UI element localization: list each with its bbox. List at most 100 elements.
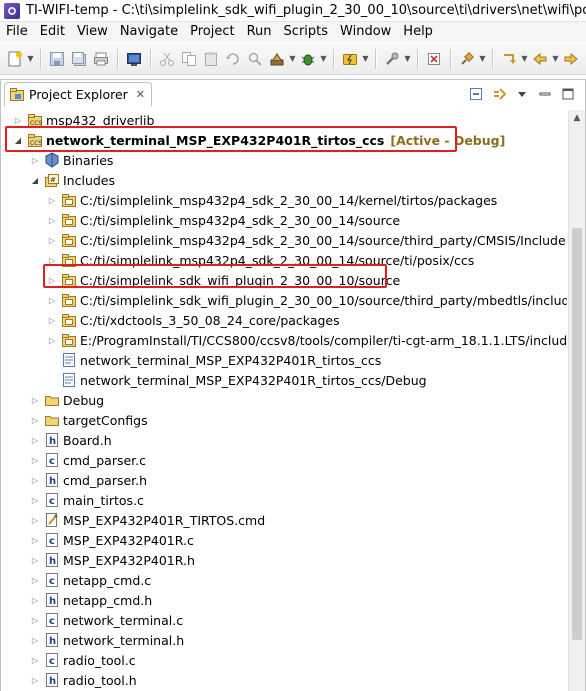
collapsed-twistie-icon[interactable]: ▷	[29, 574, 41, 586]
print-icon[interactable]	[90, 48, 112, 70]
menu-run[interactable]: Run	[241, 22, 278, 42]
forward-icon[interactable]	[560, 48, 582, 70]
tree-item[interactable]: ▷ h radio_tool.h	[29, 670, 137, 690]
run-dropdown-icon[interactable]: ▼	[520, 48, 529, 70]
flash-dropdown-icon[interactable]: ▼	[361, 48, 370, 70]
tree-item[interactable]: ▷ E:/ProgramInstall/TI/CCS800/ccsv8/tools…	[46, 330, 567, 350]
collapsed-twistie-icon[interactable]: ▷	[29, 414, 41, 426]
tree-item[interactable]: ◢ # Includes	[29, 170, 115, 190]
collapsed-twistie-icon[interactable]: ▷	[46, 294, 58, 306]
menu-scripts[interactable]: Scripts	[278, 22, 334, 42]
tab-project-explorer[interactable]: Project Explorer ✕	[4, 82, 153, 106]
menu-file[interactable]: File	[0, 22, 34, 42]
tree-item[interactable]: ▷ Binaries	[29, 150, 113, 170]
paste-icon[interactable]	[200, 48, 222, 70]
run-icon[interactable]	[498, 48, 520, 70]
menu-project[interactable]: Project	[184, 22, 240, 42]
build-icon[interactable]	[266, 48, 288, 70]
tree-item[interactable]: ▷ C:/ti/simplelink_msp432p4_sdk_2_30_00_1…	[46, 190, 497, 210]
debug-dropdown-icon[interactable]: ▼	[319, 48, 328, 70]
svg-text:h: h	[49, 556, 56, 567]
tree-item[interactable]: ▷ c MSP_EXP432P401R.c	[29, 530, 194, 550]
pin-icon[interactable]	[456, 48, 478, 70]
tree-item-label: E:/ProgramInstall/TI/CCS800/ccsv8/tools/…	[80, 332, 567, 348]
back-dropdown-icon[interactable]: ▼	[551, 48, 560, 70]
search-icon[interactable]	[244, 48, 266, 70]
collapsed-twistie-icon[interactable]: ▷	[46, 214, 58, 226]
tree-item-label: network_terminal_MSP_EXP432P401R_tirtos_…	[80, 352, 382, 368]
copy-icon[interactable]	[178, 48, 200, 70]
collapsed-twistie-icon[interactable]: ▷	[29, 434, 41, 446]
collapsed-twistie-icon[interactable]: ▷	[29, 554, 41, 566]
menu-window[interactable]: Window	[334, 22, 397, 42]
tree-item[interactable]: ▷ c netapp_cmd.c	[29, 570, 151, 590]
menu-help[interactable]: Help	[397, 22, 439, 42]
close-icon[interactable]: ✕	[136, 88, 145, 101]
minimize-icon[interactable]	[536, 85, 554, 103]
tree-item[interactable]: ▷ targetConfigs	[29, 410, 148, 430]
collapsed-twistie-icon[interactable]: ▷	[29, 474, 41, 486]
menu-view[interactable]: View	[71, 22, 114, 42]
cmd-file-icon	[44, 512, 60, 528]
collapsed-twistie-icon[interactable]: ▷	[29, 654, 41, 666]
tree-item[interactable]: ▷ C:/ti/simplelink_sdk_wifi_plugin_2_30_0…	[46, 290, 567, 310]
posix-icon[interactable]	[423, 48, 445, 70]
view-menu-icon[interactable]	[513, 85, 531, 103]
vertical-scrollbar[interactable]: ▲	[568, 110, 585, 691]
collapsed-twistie-icon[interactable]: ▷	[46, 234, 58, 246]
collapsed-twistie-icon[interactable]: ▷	[46, 314, 58, 326]
tools-icon[interactable]	[381, 48, 403, 70]
build-dropdown-icon[interactable]: ▼	[288, 48, 297, 70]
tree-item[interactable]: ▷ c main_tirtos.c	[29, 490, 144, 510]
tree-item[interactable]: ▷ MSP_EXP432P401R_TIRTOS.cmd	[29, 510, 265, 530]
link-with-editor-icon[interactable]	[490, 85, 508, 103]
collapsed-twistie-icon[interactable]: ▷	[29, 594, 41, 606]
collapsed-twistie-icon[interactable]: ▷	[12, 114, 24, 126]
tree-item[interactable]: ▷ C:/ti/simplelink_msp432p4_sdk_2_30_00_1…	[46, 230, 566, 250]
collapsed-twistie-icon[interactable]: ▷	[29, 534, 41, 546]
collapsed-twistie-icon[interactable]: ▷	[29, 614, 41, 626]
collapsed-twistie-icon[interactable]: ▷	[29, 674, 41, 686]
tree-item[interactable]: network_terminal_MSP_EXP432P401R_tirtos_…	[46, 370, 427, 390]
tree-item[interactable]: network_terminal_MSP_EXP432P401R_tirtos_…	[46, 350, 381, 370]
tree-item[interactable]: ▷ c cmd_parser.c	[29, 450, 146, 470]
tools-dropdown-icon[interactable]: ▼	[403, 48, 412, 70]
tree-item[interactable]: ▷ Debug	[29, 390, 104, 410]
tree-item[interactable]: ▷ h cmd_parser.h	[29, 470, 147, 490]
terminal-icon[interactable]	[123, 48, 145, 70]
tree-item[interactable]: ▷ h MSP_EXP432P401R.h	[29, 550, 195, 570]
tree-item[interactable]: ▷ h netapp_cmd.h	[29, 590, 152, 610]
flash-icon[interactable]	[339, 48, 361, 70]
tree-item[interactable]: ▷ C:/ti/xdctools_3_50_08_24_core/packages	[46, 310, 340, 330]
scroll-up-icon[interactable]: ▲	[569, 110, 585, 126]
pin-dropdown-icon[interactable]: ▼	[478, 48, 487, 70]
scrollbar-thumb[interactable]	[572, 228, 582, 640]
collapsed-twistie-icon[interactable]: ▷	[29, 494, 41, 506]
tree-item[interactable]: ▷ h network_terminal.h	[29, 630, 184, 650]
refresh-icon[interactable]	[222, 48, 244, 70]
tree-item[interactable]: ▷ c radio_tool.c	[29, 650, 136, 670]
collapsed-twistie-icon[interactable]: ▷	[29, 394, 41, 406]
maximize-icon[interactable]	[559, 85, 577, 103]
save-icon[interactable]	[46, 48, 68, 70]
includes-icon: #	[44, 172, 60, 188]
tree-item[interactable]: ▷ h Board.h	[29, 430, 112, 450]
collapse-all-icon[interactable]	[467, 85, 485, 103]
tree-item[interactable]: ▷ C:/ti/simplelink_msp432p4_sdk_2_30_00_1…	[46, 210, 400, 230]
menu-edit[interactable]: Edit	[34, 22, 71, 42]
menu-navigate[interactable]: Navigate	[114, 22, 184, 42]
debug-icon[interactable]	[297, 48, 319, 70]
tree-item[interactable]: ▷ c network_terminal.c	[29, 610, 183, 630]
collapsed-twistie-icon[interactable]: ▷	[29, 514, 41, 526]
cut-icon[interactable]	[156, 48, 178, 70]
collapsed-twistie-icon[interactable]: ▷	[29, 634, 41, 646]
expanded-twistie-icon[interactable]: ◢	[29, 174, 41, 186]
collapsed-twistie-icon[interactable]: ▷	[46, 334, 58, 346]
collapsed-twistie-icon[interactable]: ▷	[29, 454, 41, 466]
save-all-icon[interactable]	[68, 48, 90, 70]
new-icon[interactable]	[4, 48, 26, 70]
collapsed-twistie-icon[interactable]: ▷	[46, 194, 58, 206]
back-icon[interactable]	[529, 48, 551, 70]
collapsed-twistie-icon[interactable]: ▷	[29, 154, 41, 166]
new-dropdown-icon[interactable]: ▼	[26, 48, 35, 70]
